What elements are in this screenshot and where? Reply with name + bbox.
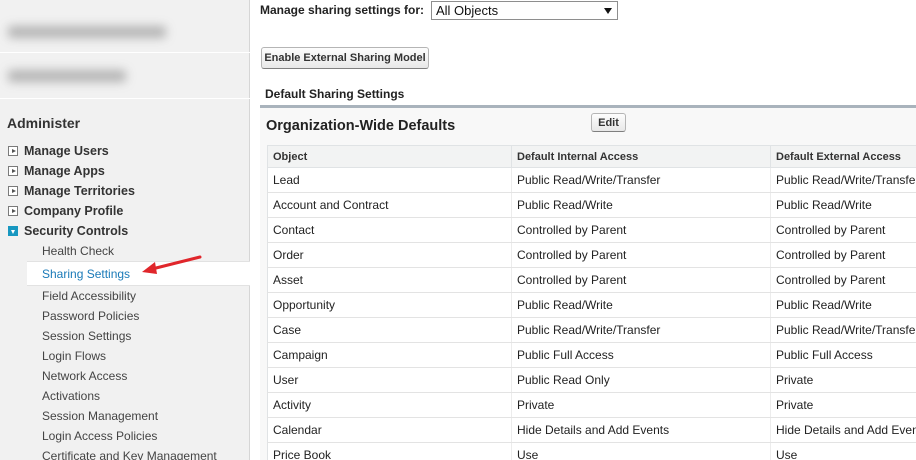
object-cell: Contact	[267, 217, 512, 243]
nav-label[interactable]: Manage Territories	[24, 184, 135, 198]
nav-manage-apps[interactable]: Manage Apps	[0, 161, 250, 181]
table-row: Campaign Public Full Access Public Full Ac…	[267, 342, 916, 368]
edit-button[interactable]: Edit	[591, 113, 626, 132]
object-select-value[interactable]: All Objects	[436, 3, 498, 18]
administer-heading: Administer	[7, 115, 81, 131]
object-cell: Campaign	[267, 342, 512, 368]
external-access-cell: Use	[770, 442, 916, 460]
subnav-field-accessibility[interactable]: Field Accessibility	[0, 286, 250, 306]
column-header-external-access: Default External Access	[770, 145, 916, 168]
sidebar-divider	[0, 52, 250, 53]
subnav-session-settings[interactable]: Session Settings	[0, 326, 250, 346]
sidebar: Administer Manage Users Manage Apps Mana…	[0, 0, 250, 460]
external-access-cell: Controlled by Parent	[770, 242, 916, 268]
table-row: Asset Controlled by Parent Controlled by P…	[267, 267, 916, 293]
admin-nav: Manage Users Manage Apps Manage Territor…	[0, 141, 250, 460]
external-access-cell: Public Full Access	[770, 342, 916, 368]
object-cell: Order	[267, 242, 512, 268]
subnav-login-flows[interactable]: Login Flows	[0, 346, 250, 366]
nav-company-profile[interactable]: Company Profile	[0, 201, 250, 221]
expand-icon[interactable]	[8, 206, 18, 216]
table-row: Activity Private Private	[267, 392, 916, 418]
internal-access-cell: Public Read Only	[511, 367, 771, 393]
table-row: Order Controlled by Parent Controlled by P…	[267, 242, 916, 268]
subnav-certificate-key-management[interactable]: Certificate and Key Management	[0, 446, 250, 460]
object-select[interactable]: All Objects	[431, 1, 618, 20]
subnav-session-management[interactable]: Session Management	[0, 406, 250, 426]
sharing-defaults-table: Object Default Internal Access Default E…	[267, 145, 916, 460]
internal-access-cell: Controlled by Parent	[511, 267, 771, 293]
table-row: Case Public Read/Write/Transfer Public Rea…	[267, 317, 916, 343]
external-access-cell: Controlled by Parent	[770, 217, 916, 243]
object-cell: Asset	[267, 267, 512, 293]
internal-access-cell: Hide Details and Add Events	[511, 417, 771, 443]
internal-access-cell: Public Read/Write/Transfer	[511, 167, 771, 193]
expand-icon[interactable]	[8, 146, 18, 156]
object-cell: Lead	[267, 167, 512, 193]
expand-icon[interactable]	[8, 166, 18, 176]
subnav-activations[interactable]: Activations	[0, 386, 250, 406]
object-cell: Account and Contract	[267, 192, 512, 218]
object-cell: Calendar	[267, 417, 512, 443]
external-access-cell: Hide Details and Add Events	[770, 417, 916, 443]
subnav-sharing-settings[interactable]: Sharing Settings	[27, 261, 250, 286]
subnav-login-access-policies[interactable]: Login Access Policies	[0, 426, 250, 446]
internal-access-cell: Use	[511, 442, 771, 460]
internal-access-cell: Public Read/Write	[511, 192, 771, 218]
enable-external-sharing-button[interactable]: Enable External Sharing Model	[261, 47, 429, 69]
nav-security-controls[interactable]: Security Controls	[0, 221, 250, 241]
table-row: User Public Read Only Private	[267, 367, 916, 393]
table-body: Lead Public Read/Write/Transfer Public Rea…	[267, 167, 916, 460]
internal-access-cell: Public Read/Write/Transfer	[511, 317, 771, 343]
nav-label[interactable]: Security Controls	[24, 224, 128, 238]
nav-manage-territories[interactable]: Manage Territories	[0, 181, 250, 201]
collapse-icon[interactable]	[8, 226, 18, 236]
manage-sharing-label: Manage sharing settings for:	[260, 3, 425, 17]
blurred-header	[0, 55, 200, 97]
object-cell: User	[267, 367, 512, 393]
internal-access-cell: Controlled by Parent	[511, 217, 771, 243]
security-subnav: Health Check Sharing Settings Field Acce…	[0, 241, 250, 460]
internal-access-cell: Private	[511, 392, 771, 418]
table-row: Opportunity Public Read/Write Public Read/…	[267, 292, 916, 318]
object-cell: Case	[267, 317, 512, 343]
table-row: Account and Contract Public Read/Write Pub…	[267, 192, 916, 218]
table-row: Contact Controlled by Parent Controlled by…	[267, 217, 916, 243]
external-access-cell: Private	[770, 392, 916, 418]
column-header-internal-access: Default Internal Access	[511, 145, 771, 168]
external-access-cell: Private	[770, 367, 916, 393]
external-access-cell: Public Read/Write	[770, 192, 916, 218]
object-cell: Opportunity	[267, 292, 512, 318]
nav-manage-users[interactable]: Manage Users	[0, 141, 250, 161]
column-header-object: Object	[267, 145, 512, 168]
internal-access-cell: Public Full Access	[511, 342, 771, 368]
dropdown-arrow-icon[interactable]	[604, 8, 612, 14]
nav-label[interactable]: Manage Apps	[24, 164, 105, 178]
external-access-cell: Public Read/Write	[770, 292, 916, 318]
table-row: Calendar Hide Details and Add Events Hide …	[267, 417, 916, 443]
subnav-password-policies[interactable]: Password Policies	[0, 306, 250, 326]
table-row: Price Book Use Use	[267, 442, 916, 460]
internal-access-cell: Public Read/Write	[511, 292, 771, 318]
main-content: Manage sharing settings for: All Objects…	[251, 0, 916, 460]
internal-access-cell: Controlled by Parent	[511, 242, 771, 268]
table-row: Lead Public Read/Write/Transfer Public Rea…	[267, 167, 916, 193]
expand-icon[interactable]	[8, 186, 18, 196]
default-sharing-settings-title: Default Sharing Settings	[265, 87, 405, 101]
subnav-health-check[interactable]: Health Check	[0, 241, 250, 261]
nav-label[interactable]: Manage Users	[24, 144, 109, 158]
subnav-network-access[interactable]: Network Access	[0, 366, 250, 386]
nav-label[interactable]: Company Profile	[24, 204, 123, 218]
sidebar-divider	[0, 98, 250, 99]
org-wide-defaults-title: Organization-Wide Defaults	[266, 118, 456, 134]
external-access-cell: Controlled by Parent	[770, 267, 916, 293]
blurred-header	[0, 10, 200, 52]
table-header-row: Object Default Internal Access Default E…	[267, 145, 916, 168]
external-access-cell: Public Read/Write/Transfer	[770, 167, 916, 193]
object-cell: Price Book	[267, 442, 512, 460]
external-access-cell: Public Read/Write/Transfer	[770, 317, 916, 343]
object-cell: Activity	[267, 392, 512, 418]
red-arrow-icon	[142, 255, 202, 274]
